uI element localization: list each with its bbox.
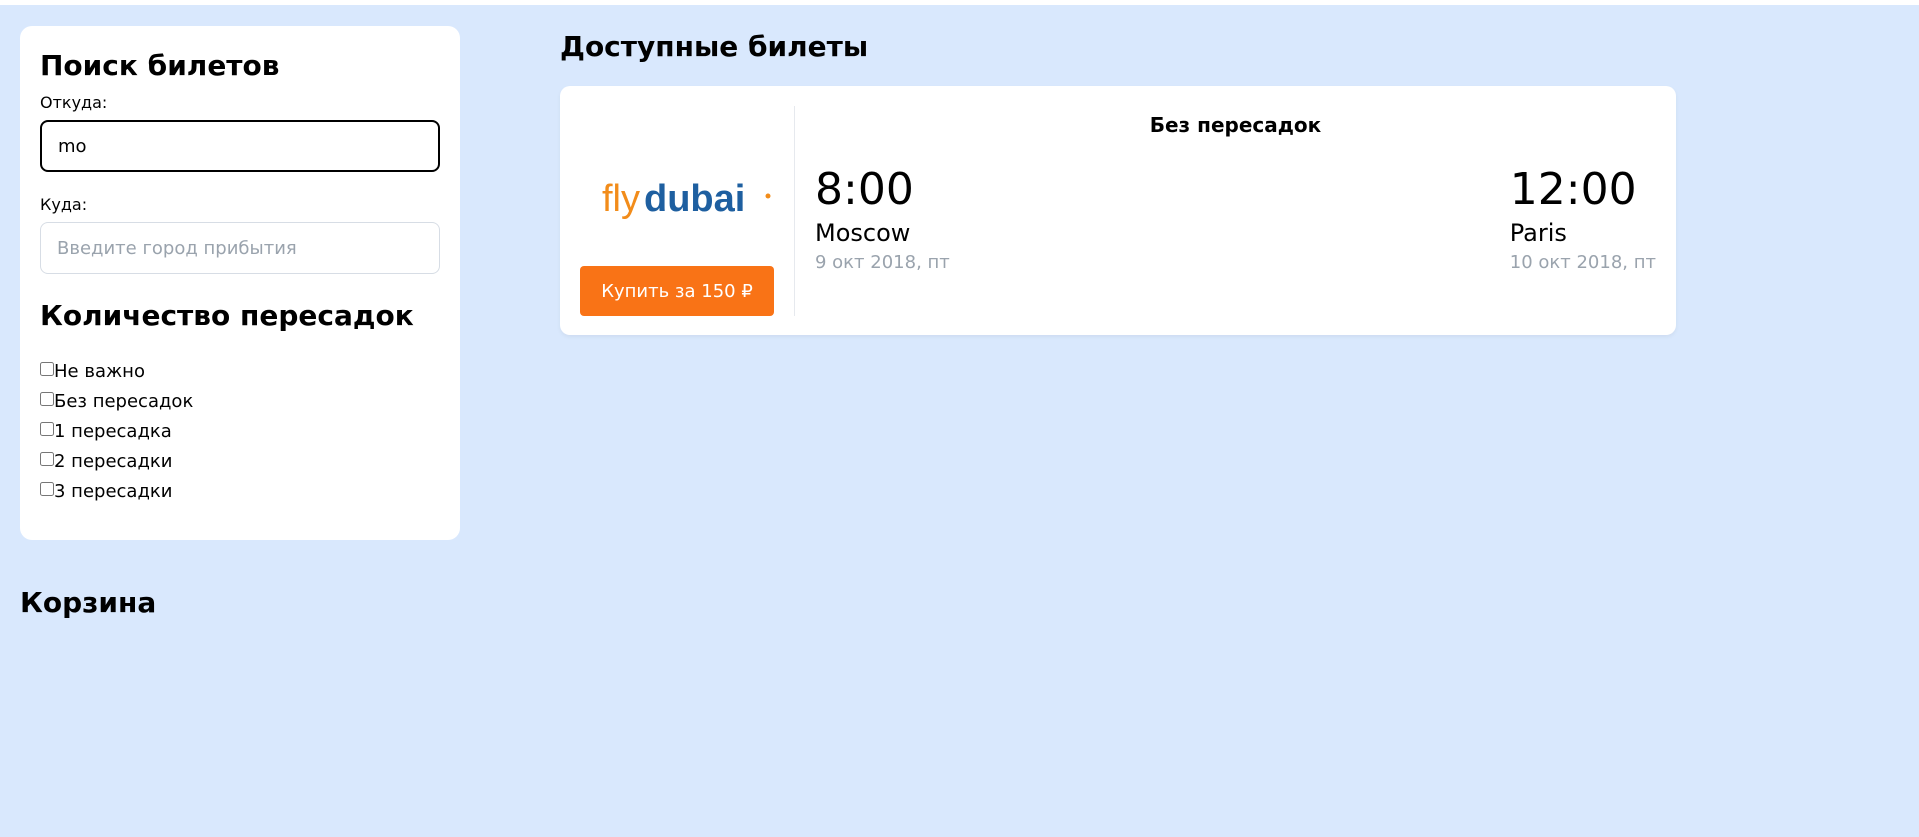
stops-filter-list: Не важно Без пересадок 1 пересадка 2 пер… [40, 356, 440, 506]
ticket-stops-label: Без пересадок [1149, 113, 1322, 137]
stop-option-2[interactable]: 2 пересадки [40, 446, 440, 476]
stop-checkbox-any[interactable] [40, 362, 54, 376]
departure-city: Moscow [815, 219, 911, 247]
stop-option-label: Без пересадок [54, 390, 194, 412]
departure-date: 9 окт 2018, пт [815, 252, 950, 273]
airline-logo: fly dubai [602, 178, 771, 220]
stop-option-3[interactable]: 3 пересадки [40, 476, 440, 506]
stop-option-1[interactable]: 1 пересадка [40, 416, 440, 446]
tickets-title: Доступные билеты [560, 30, 869, 63]
stop-option-label: 3 пересадки [54, 480, 173, 502]
to-input[interactable] [40, 222, 440, 274]
stop-option-label: Не важно [54, 360, 145, 382]
stop-option-any[interactable]: Не важно [40, 356, 440, 386]
stop-option-nonstop[interactable]: Без пересадок [40, 386, 440, 416]
stop-option-label: 2 пересадки [54, 450, 173, 472]
stops-title: Количество пересадок [40, 299, 414, 332]
stop-option-label: 1 пересадка [54, 420, 172, 442]
svg-text:fly: fly [602, 178, 640, 220]
cart-title: Корзина [20, 586, 157, 619]
stop-checkbox-nonstop[interactable] [40, 392, 54, 406]
ticket-airline-section: fly dubai Купить за 150 ₽ [580, 106, 794, 316]
stop-checkbox-3[interactable] [40, 482, 54, 496]
arrival-time: 12:00 [1509, 164, 1637, 215]
arrival-city: Paris [1509, 219, 1567, 247]
arrival-info: 12:00 Paris 10 окт 2018, пт [1510, 162, 1656, 276]
svg-text:dubai: dubai [644, 178, 745, 220]
page-background: Поиск билетов Откуда: Куда: Количество п… [0, 5, 1919, 837]
departure-time: 8:00 [815, 164, 914, 215]
from-input[interactable] [40, 120, 440, 172]
stop-checkbox-1[interactable] [40, 422, 54, 436]
search-panel: Поиск билетов Откуда: Куда: Количество п… [20, 26, 460, 540]
departure-info: 8:00 Moscow 9 окт 2018, пт [815, 162, 950, 276]
stop-checkbox-2[interactable] [40, 452, 54, 466]
from-label: Откуда: [40, 93, 108, 112]
arrival-date: 10 окт 2018, пт [1509, 252, 1656, 273]
ticket-card: fly dubai Купить за 150 ₽ Без пересадок … [560, 86, 1676, 335]
buy-ticket-button[interactable]: Купить за 150 ₽ [580, 266, 774, 316]
to-label: Куда: [40, 195, 88, 214]
search-title: Поиск билетов [40, 49, 280, 82]
